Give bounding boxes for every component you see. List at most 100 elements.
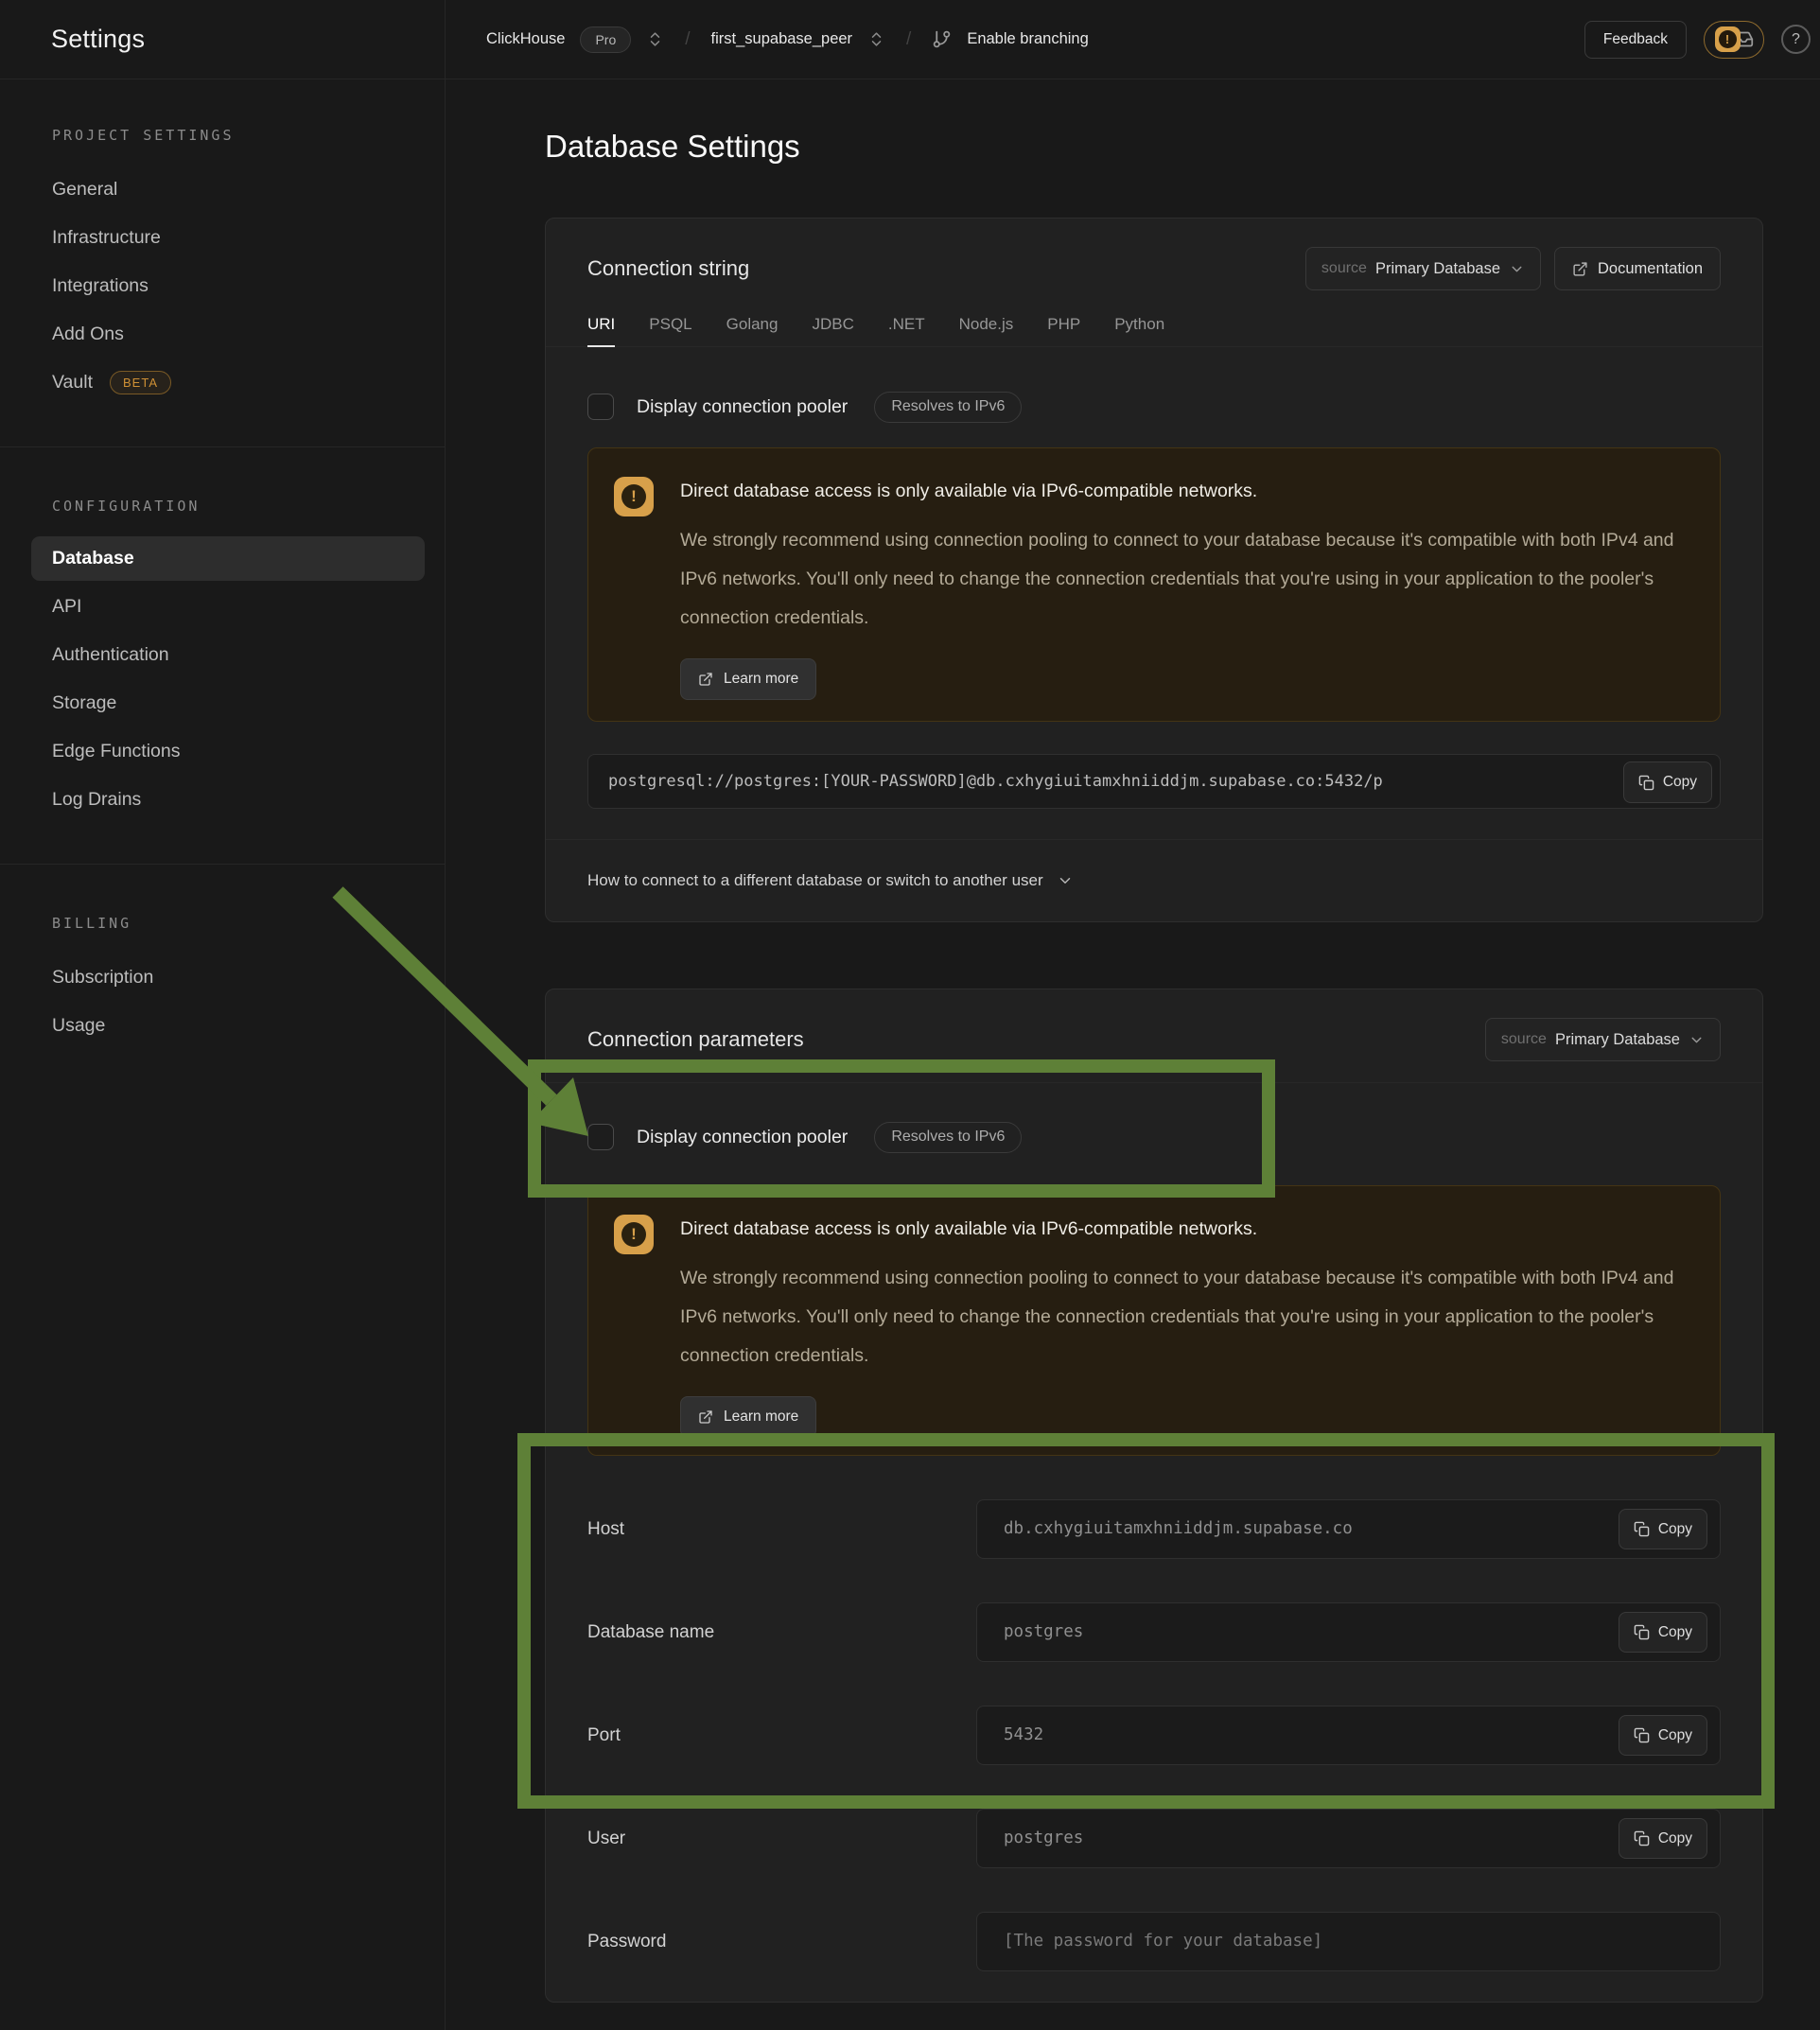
alert-badge-icon: !	[1715, 26, 1741, 52]
feedback-button[interactable]: Feedback	[1584, 21, 1687, 59]
resolves-to-ipv6-badge: Resolves to IPv6	[874, 1122, 1022, 1153]
database-name-field[interactable]: postgres Copy	[976, 1602, 1721, 1662]
host-row: Host db.cxhygiuitamxhniiddjm.supabase.co…	[587, 1499, 1721, 1559]
tab-jdbc[interactable]: JDBC	[812, 304, 853, 347]
copy-port-button[interactable]: Copy	[1619, 1715, 1707, 1756]
topbar-actions: Feedback ! ?	[1584, 21, 1811, 59]
sidebar-item-log-drains[interactable]: Log Drains	[0, 776, 445, 824]
warning-title: Direct database access is only available…	[680, 1218, 1684, 1240]
port-row: Port 5432 Copy	[587, 1706, 1721, 1765]
breadcrumb-separator: /	[901, 29, 917, 50]
tab-php[interactable]: PHP	[1047, 304, 1080, 347]
user-field[interactable]: postgres Copy	[976, 1809, 1721, 1868]
notifications-button[interactable]: !	[1704, 21, 1764, 59]
sidebar-divider	[0, 446, 445, 447]
sidebar-divider	[0, 864, 445, 865]
tab-python[interactable]: Python	[1114, 304, 1164, 347]
sidebar-item-integrations[interactable]: Integrations	[0, 262, 445, 310]
password-row: Password [The password for your database…	[587, 1912, 1721, 1971]
connection-uri-value: postgresql://postgres:[YOUR-PASSWORD]@db…	[588, 755, 1720, 808]
sidebar: Settings PROJECT SETTINGS General Infras…	[0, 0, 446, 2030]
port-label: Port	[587, 1706, 976, 1765]
external-link-icon	[698, 1409, 713, 1425]
connection-uri-field[interactable]: postgresql://postgres:[YOUR-PASSWORD]@db…	[587, 754, 1721, 809]
sidebar-item-authentication[interactable]: Authentication	[0, 631, 445, 679]
connect-help-expander[interactable]: How to connect to a different database o…	[546, 839, 1762, 920]
sidebar-item-add-ons[interactable]: Add Ons	[0, 310, 445, 359]
chevron-down-icon	[1057, 872, 1074, 889]
connection-string-title: Connection string	[587, 256, 749, 281]
connection-parameters-card: Connection parameters source Primary Dat…	[545, 989, 1763, 2003]
chevron-up-down-icon[interactable]	[867, 30, 885, 48]
database-name-row: Database name postgres Copy	[587, 1602, 1721, 1662]
chevron-down-icon	[1509, 261, 1525, 277]
warning-body: We strongly recommend using connection p…	[680, 1259, 1684, 1375]
tab-golang[interactable]: Golang	[726, 304, 779, 347]
source-select[interactable]: source Primary Database	[1485, 1018, 1721, 1061]
copy-host-button[interactable]: Copy	[1619, 1509, 1707, 1549]
copy-database-name-button[interactable]: Copy	[1619, 1612, 1707, 1653]
pooler-row: Display connection pooler Resolves to IP…	[546, 1123, 1762, 1151]
connection-parameters-title: Connection parameters	[587, 1027, 804, 1052]
copy-icon	[1634, 1727, 1650, 1743]
pooler-label: Display connection pooler	[637, 396, 848, 418]
sidebar-header: Settings	[0, 0, 445, 79]
section-label-billing: BILLING	[52, 915, 445, 932]
chevron-up-down-icon[interactable]	[646, 30, 664, 48]
documentation-button[interactable]: Documentation	[1554, 247, 1721, 290]
password-field[interactable]: [The password for your database]	[976, 1912, 1721, 1971]
sidebar-item-usage[interactable]: Usage	[0, 1002, 445, 1050]
main-content: Database Settings Connection string sour…	[446, 79, 1820, 2030]
help-button[interactable]: ?	[1781, 25, 1811, 54]
sidebar-item-database[interactable]: Database	[31, 536, 425, 581]
pooler-row: Display connection pooler Resolves to IP…	[546, 393, 1762, 421]
question-mark-icon: ?	[1792, 31, 1800, 48]
copy-icon	[1638, 775, 1654, 791]
user-row: User postgres Copy	[587, 1809, 1721, 1868]
database-name-label: Database name	[587, 1602, 976, 1662]
project-name[interactable]: first_supabase_peer	[711, 30, 853, 48]
org-name[interactable]: ClickHouse	[486, 30, 565, 48]
sidebar-title: Settings	[51, 25, 145, 54]
section-label-project-settings: PROJECT SETTINGS	[52, 127, 445, 144]
connection-string-tabs: URI PSQL Golang JDBC .NET Node.js PHP Py…	[546, 304, 1762, 347]
learn-more-button[interactable]: Learn more	[680, 1396, 816, 1438]
sidebar-item-api[interactable]: API	[0, 583, 445, 631]
warning-icon: !	[614, 477, 654, 516]
page-title: Database Settings	[545, 129, 800, 165]
external-link-icon	[698, 672, 713, 687]
sidebar-item-vault[interactable]: Vault BETA	[0, 359, 445, 407]
copy-icon	[1634, 1624, 1650, 1640]
sidebar-item-edge-functions[interactable]: Edge Functions	[0, 727, 445, 776]
copy-uri-button[interactable]: Copy	[1623, 761, 1712, 803]
tab-uri[interactable]: URI	[587, 304, 615, 347]
ipv6-warning-panel: ! Direct database access is only availab…	[587, 447, 1721, 722]
connection-string-card: Connection string source Primary Databas…	[545, 218, 1763, 922]
database-name-value: postgres	[977, 1603, 1720, 1661]
tab-psql[interactable]: PSQL	[649, 304, 691, 347]
display-connection-pooler-checkbox[interactable]	[587, 1124, 614, 1150]
display-connection-pooler-checkbox[interactable]	[587, 394, 614, 420]
source-select[interactable]: source Primary Database	[1305, 247, 1541, 290]
external-link-icon	[1572, 261, 1588, 277]
port-field[interactable]: 5432 Copy	[976, 1706, 1721, 1765]
host-field[interactable]: db.cxhygiuitamxhniiddjm.supabase.co Copy	[976, 1499, 1721, 1559]
chevron-down-icon	[1689, 1032, 1705, 1048]
connection-string-controls: source Primary Database Documentation	[1305, 247, 1721, 290]
copy-user-button[interactable]: Copy	[1619, 1818, 1707, 1859]
sidebar-item-storage[interactable]: Storage	[0, 679, 445, 727]
sidebar-item-general[interactable]: General	[0, 166, 445, 214]
connection-parameters-list: Host db.cxhygiuitamxhniiddjm.supabase.co…	[546, 1456, 1762, 1971]
port-value: 5432	[977, 1706, 1720, 1764]
tab-dotnet[interactable]: .NET	[888, 304, 925, 347]
sidebar-item-subscription[interactable]: Subscription	[0, 954, 445, 1002]
connection-string-header: Connection string source Primary Databas…	[546, 219, 1762, 290]
enable-branching-link[interactable]: Enable branching	[967, 30, 1088, 48]
tab-nodejs[interactable]: Node.js	[959, 304, 1014, 347]
git-branch-icon	[932, 29, 952, 49]
breadcrumb: ClickHouse Pro / first_supabase_peer / E…	[486, 26, 1089, 53]
host-label: Host	[587, 1499, 976, 1559]
learn-more-button[interactable]: Learn more	[680, 658, 816, 700]
sidebar-item-infrastructure[interactable]: Infrastructure	[0, 214, 445, 262]
copy-icon	[1634, 1830, 1650, 1846]
